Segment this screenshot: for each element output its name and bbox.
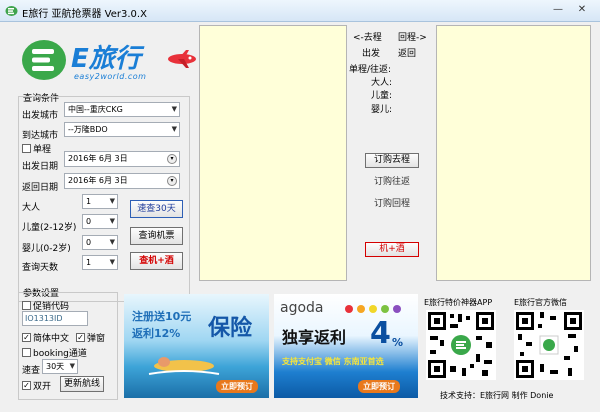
ad-promo-line1: 注册送10元 <box>132 310 192 323</box>
adult-label: 大人 <box>22 203 41 213</box>
agoda-ad-subtitle: 支持支付宝 微信 东南亚首选 <box>282 357 384 366</box>
speed-label: 速查 <box>22 366 41 376</box>
popup-checkbox[interactable]: ✓ 弹窗 <box>76 331 105 344</box>
window-title: E旅行 亚航抢票器 Ver3.0.X <box>22 9 147 20</box>
depart-date-picker[interactable]: 2016年 6月 3日 ▾ <box>64 151 180 167</box>
agoda-ad-title: 独享返利 <box>282 328 347 347</box>
adult-count-select[interactable]: 1 ▼ <box>82 194 118 209</box>
agoda-ad-percent-sign: % <box>392 336 404 349</box>
return-info-label: 返回 <box>398 49 417 59</box>
logo-text: E旅行 <box>71 44 141 74</box>
days-count-select[interactable]: 1 ▼ <box>82 255 118 270</box>
agoda-dots-logo <box>345 305 401 313</box>
adult-info-label: 大人: <box>371 78 393 88</box>
check-icon: ✓ <box>22 381 31 390</box>
quick-30-days-button[interactable]: 速查30天 <box>130 200 183 218</box>
depart-info-label: 出发 <box>362 49 381 59</box>
book-outbound-button[interactable]: 订购去程 <box>365 153 419 168</box>
checkbox-box <box>22 144 31 153</box>
wechat-qr-code <box>514 310 584 380</box>
days-label: 查询天数 <box>22 263 59 273</box>
to-city-select[interactable]: --万隆BDO ▼ <box>64 122 180 137</box>
return-indicator: 回程-> <box>398 33 427 43</box>
app-qr-label: E旅行特价神器APP <box>424 298 493 307</box>
depart-date-label: 出发日期 <box>22 162 59 172</box>
speed-select[interactable]: 30天 ▼ <box>42 359 78 374</box>
from-city-label: 出发城市 <box>22 111 59 121</box>
insurance-ad-banner[interactable]: 注册送10元 返利12% 保险 立即预订 <box>124 294 269 398</box>
logo-subtitle: easy2world.com <box>74 72 147 81</box>
dual-open-checkbox[interactable]: ✓ 双开 <box>22 379 51 392</box>
update-routes-button[interactable]: 更新航线 <box>60 376 104 392</box>
from-city-select[interactable]: 中国--重庆CKG ▼ <box>64 102 180 117</box>
book-return-button[interactable]: 订购回程 <box>365 197 419 212</box>
return-date-picker[interactable]: 2016年 6月 3日 ▾ <box>64 173 180 189</box>
chevron-down-icon: ▼ <box>171 105 177 113</box>
simplified-chinese-checkbox[interactable]: ✓ 简体中文 <box>22 331 69 344</box>
ad-insurance-title: 保险 <box>208 316 253 341</box>
child-count-select[interactable]: 0 ▼ <box>82 214 118 229</box>
return-date-label: 返回日期 <box>22 183 59 193</box>
oneway-checkbox[interactable]: 单程 <box>22 142 51 155</box>
child-info-label: 儿童: <box>371 91 393 101</box>
app-qr-code <box>426 310 496 380</box>
flight-hotel-search-button[interactable]: 查机+酒 <box>130 252 183 270</box>
logo-e-icon <box>22 40 66 80</box>
checkbox-box <box>22 301 31 310</box>
infant-label: 婴儿(0-2岁) <box>22 244 71 254</box>
ad2-book-now-button[interactable]: 立即预订 <box>358 380 400 393</box>
infant-count-select[interactable]: 0 ▼ <box>82 235 118 250</box>
agoda-ad-percent: 4 <box>370 316 391 351</box>
trip-type-label: 单程/往返: <box>349 65 392 75</box>
agoda-ad-banner[interactable]: agoda 独享返利 4 % 支持支付宝 微信 东南亚首选 立即预订 <box>274 294 418 398</box>
query-tickets-button[interactable]: 查询机票 <box>130 227 183 245</box>
chevron-down-icon: ▼ <box>109 258 115 266</box>
return-results-panel[interactable] <box>436 25 591 281</box>
infant-info-label: 婴儿: <box>371 105 393 115</box>
outbound-indicator: <-去程 <box>353 33 382 43</box>
wechat-qr-label: E旅行官方微信 <box>514 298 568 307</box>
minimize-button[interactable]: — <box>550 3 566 17</box>
check-icon: ✓ <box>76 333 85 342</box>
book-roundtrip-button[interactable]: 订购往返 <box>365 175 419 190</box>
chevron-down-icon: ▼ <box>69 362 75 370</box>
ad-promo-line2: 返利12% <box>132 327 181 340</box>
chevron-down-icon: ▼ <box>109 217 115 225</box>
title-bar: E旅行 亚航抢票器 Ver3.0.X — ✕ <box>0 0 600 22</box>
to-city-label: 到达城市 <box>22 131 59 141</box>
ad1-book-now-button[interactable]: 立即预订 <box>216 380 258 393</box>
main-client: E旅行 easy2world.com 查询条件 出发城市 中国--重庆CKG ▼ … <box>0 22 600 412</box>
checkbox-box <box>22 348 31 357</box>
swimmer-image <box>148 357 220 375</box>
app-icon <box>5 6 18 16</box>
calendar-dropdown-icon: ▾ <box>167 176 177 186</box>
outbound-results-panel[interactable] <box>199 25 347 281</box>
child-label: 儿童(2-12岁) <box>22 223 77 233</box>
agoda-brand: agoda <box>280 300 324 316</box>
support-footer: 技术支持：E旅行网 制作 Donie <box>440 391 554 400</box>
brand-logo: E旅行 easy2world.com <box>20 36 200 88</box>
chevron-down-icon: ▼ <box>171 125 177 133</box>
chevron-down-icon: ▼ <box>109 197 115 205</box>
booking-channel-checkbox[interactable]: booking通道 <box>22 346 87 359</box>
airplane-icon <box>168 50 196 68</box>
chevron-down-icon: ▼ <box>109 238 115 246</box>
calendar-dropdown-icon: ▾ <box>167 154 177 164</box>
flight-hotel-button[interactable]: 机+酒 <box>365 242 419 257</box>
check-icon: ✓ <box>22 333 31 342</box>
promo-code-input[interactable]: IO1313ID <box>22 311 88 326</box>
close-button[interactable]: ✕ <box>574 3 590 17</box>
